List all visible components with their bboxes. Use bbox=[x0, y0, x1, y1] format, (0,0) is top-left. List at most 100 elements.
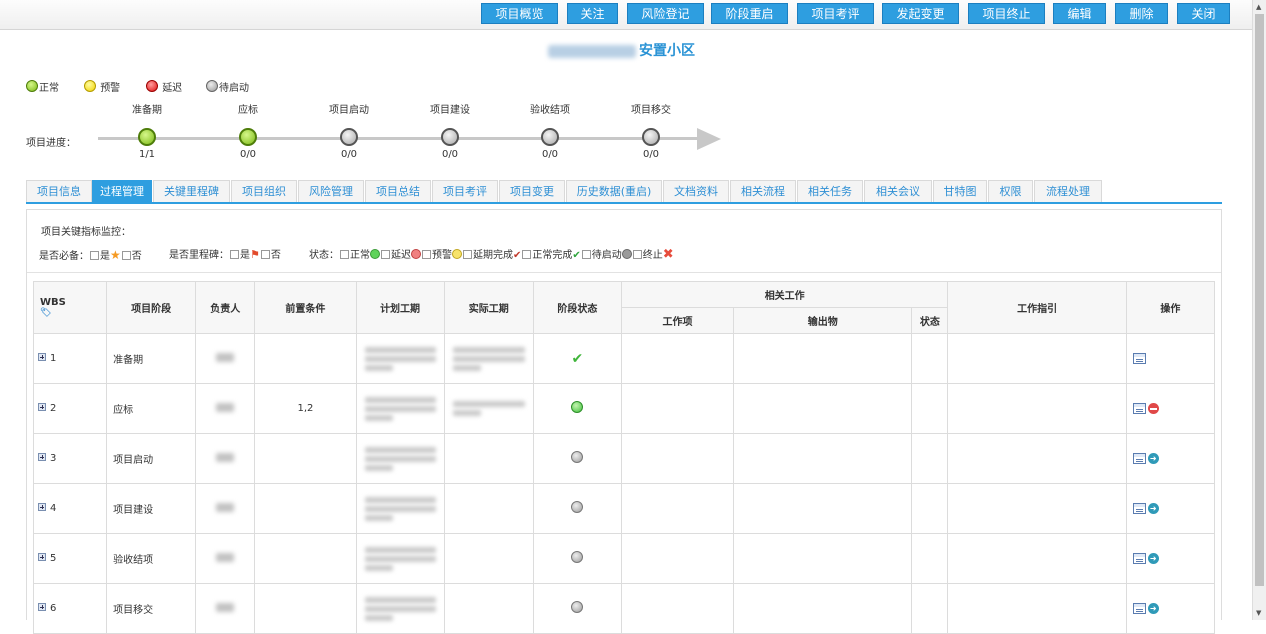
milestone-no-checkbox[interactable] bbox=[260, 250, 270, 259]
wbs-number: 6 bbox=[50, 603, 57, 614]
work-item-cell bbox=[620, 383, 735, 434]
initiate-change-button[interactable]: 发起变更 bbox=[882, 3, 959, 24]
milestone-yes-checkbox[interactable] bbox=[230, 250, 239, 259]
tab-risk[interactable]: 风险管理 bbox=[298, 180, 364, 202]
detail-icon[interactable] bbox=[1132, 402, 1146, 414]
grey-dot-icon bbox=[621, 249, 632, 259]
tab-gantt[interactable]: 甘特图 bbox=[933, 180, 987, 202]
detail-icon[interactable] bbox=[1132, 452, 1146, 464]
status-delay-checkbox[interactable] bbox=[381, 250, 390, 259]
tab-organization[interactable]: 项目组织 bbox=[231, 180, 297, 202]
redacted-text bbox=[364, 355, 436, 362]
detail-icon[interactable] bbox=[1132, 502, 1146, 514]
expand-icon[interactable] bbox=[38, 403, 46, 411]
redacted-text bbox=[364, 414, 393, 421]
table-row[interactable]: 5 验收结项 ➜ bbox=[32, 533, 1216, 584]
output-cell bbox=[733, 533, 913, 584]
required-filter: 是否必备： 是★ 否 bbox=[39, 248, 142, 262]
stage-name: 项目建设 bbox=[430, 105, 470, 116]
detail-icon[interactable] bbox=[1132, 602, 1146, 614]
legend-normal: 正常 bbox=[26, 80, 59, 94]
status-done-checkbox[interactable] bbox=[522, 250, 532, 259]
star-icon: ★ bbox=[110, 248, 121, 262]
tab-summary[interactable]: 项目总结 bbox=[365, 180, 431, 202]
stage-node[interactable] bbox=[239, 128, 257, 146]
close-button[interactable]: 关闭 bbox=[1177, 3, 1230, 24]
overview-button[interactable]: 项目概览 bbox=[481, 3, 558, 24]
status-warning-checkbox[interactable] bbox=[422, 250, 431, 259]
start-icon[interactable]: ➜ bbox=[1147, 452, 1159, 464]
table-row[interactable]: 6 项目移交 ➜ bbox=[32, 583, 1216, 634]
status-pending-checkbox[interactable] bbox=[581, 250, 591, 259]
stage-node[interactable] bbox=[642, 128, 660, 146]
vertical-scrollbar[interactable]: ▲ ▼ bbox=[1252, 0, 1266, 620]
redacted-text bbox=[364, 546, 436, 553]
tab-permissions[interactable]: 权限 bbox=[988, 180, 1033, 202]
filter-option: 正常 bbox=[350, 250, 370, 261]
scroll-down-icon[interactable]: ▼ bbox=[1256, 609, 1261, 617]
tab-related-tasks[interactable]: 相关任务 bbox=[797, 180, 863, 202]
tab-documents[interactable]: 文档资料 bbox=[663, 180, 729, 202]
ops-cell: ➜ bbox=[1125, 583, 1216, 634]
scroll-up-icon[interactable]: ▲ bbox=[1256, 3, 1261, 11]
stage-restart-button[interactable]: 阶段重启 bbox=[711, 3, 788, 24]
grey-dot-icon bbox=[571, 601, 584, 613]
header-owner: 负责人 bbox=[195, 281, 256, 334]
detail-icon[interactable] bbox=[1132, 552, 1146, 564]
table-row[interactable]: 4 项目建设 ➜ bbox=[32, 483, 1216, 534]
grey-dot-icon bbox=[571, 551, 584, 563]
status-late-done-checkbox[interactable] bbox=[463, 250, 472, 259]
table-row[interactable]: 3 项目启动 ➜ bbox=[32, 433, 1216, 484]
terminate-button[interactable]: 项目终止 bbox=[968, 3, 1045, 24]
status-normal-checkbox[interactable] bbox=[340, 250, 349, 259]
stop-icon[interactable] bbox=[1147, 402, 1159, 414]
risk-register-button[interactable]: 风险登记 bbox=[627, 3, 704, 24]
follow-button[interactable]: 关注 bbox=[567, 3, 618, 24]
table-row[interactable]: 1 准备期 ✔ bbox=[32, 333, 1216, 384]
start-icon[interactable]: ➜ bbox=[1147, 502, 1159, 514]
start-icon[interactable]: ➜ bbox=[1147, 552, 1159, 564]
expand-icon[interactable] bbox=[38, 353, 46, 361]
delete-button[interactable]: 删除 bbox=[1115, 3, 1168, 24]
header-status: 状态 bbox=[911, 307, 949, 334]
stage-name: 准备期 bbox=[132, 105, 162, 116]
redacted-text bbox=[364, 496, 436, 503]
table-row[interactable]: 2 应标 1,2 bbox=[32, 383, 1216, 434]
guide-cell bbox=[947, 383, 1127, 434]
start-icon[interactable]: ➜ bbox=[1147, 602, 1159, 614]
green-dot-icon bbox=[26, 80, 38, 92]
tab-project-info[interactable]: 项目信息 bbox=[26, 180, 92, 202]
tab-changes[interactable]: 项目变更 bbox=[499, 180, 565, 202]
required-no-checkbox[interactable] bbox=[121, 251, 131, 260]
guide-cell bbox=[947, 333, 1127, 384]
expand-icon[interactable] bbox=[38, 553, 46, 561]
tab-process-management[interactable]: 过程管理 bbox=[92, 180, 152, 202]
stage-node[interactable] bbox=[138, 128, 156, 146]
status-cell bbox=[911, 583, 949, 634]
tab-related-processes[interactable]: 相关流程 bbox=[730, 180, 796, 202]
filter-option: 延迟 bbox=[391, 250, 411, 261]
stage-cell: 验收结项 bbox=[106, 533, 197, 584]
evaluation-button[interactable]: 项目考评 bbox=[797, 3, 874, 24]
edit-button[interactable]: 编辑 bbox=[1053, 3, 1106, 24]
required-yes-checkbox[interactable] bbox=[90, 251, 99, 260]
tab-workflow[interactable]: 流程处理 bbox=[1034, 180, 1102, 202]
stage-name: 项目移交 bbox=[631, 105, 671, 116]
stage-node[interactable] bbox=[441, 128, 459, 146]
status-terminated-checkbox[interactable] bbox=[632, 250, 642, 259]
expand-icon[interactable] bbox=[38, 503, 46, 511]
tab-history[interactable]: 历史数据(重启) bbox=[566, 180, 662, 202]
scroll-thumb[interactable] bbox=[1255, 14, 1264, 586]
stage-node[interactable] bbox=[340, 128, 358, 146]
expand-icon[interactable] bbox=[38, 603, 46, 611]
tab-related-meetings[interactable]: 相关会议 bbox=[864, 180, 932, 202]
tab-milestones[interactable]: 关键里程碑 bbox=[153, 180, 230, 202]
expand-icon[interactable] bbox=[38, 453, 46, 461]
tab-evaluation[interactable]: 项目考评 bbox=[432, 180, 498, 202]
stage-node[interactable] bbox=[541, 128, 559, 146]
divider bbox=[27, 272, 1221, 273]
red-check-icon: ✔ bbox=[513, 250, 522, 261]
header-planned: 计划工期 bbox=[355, 281, 445, 334]
work-item-cell bbox=[620, 483, 735, 534]
detail-icon[interactable] bbox=[1132, 352, 1146, 364]
